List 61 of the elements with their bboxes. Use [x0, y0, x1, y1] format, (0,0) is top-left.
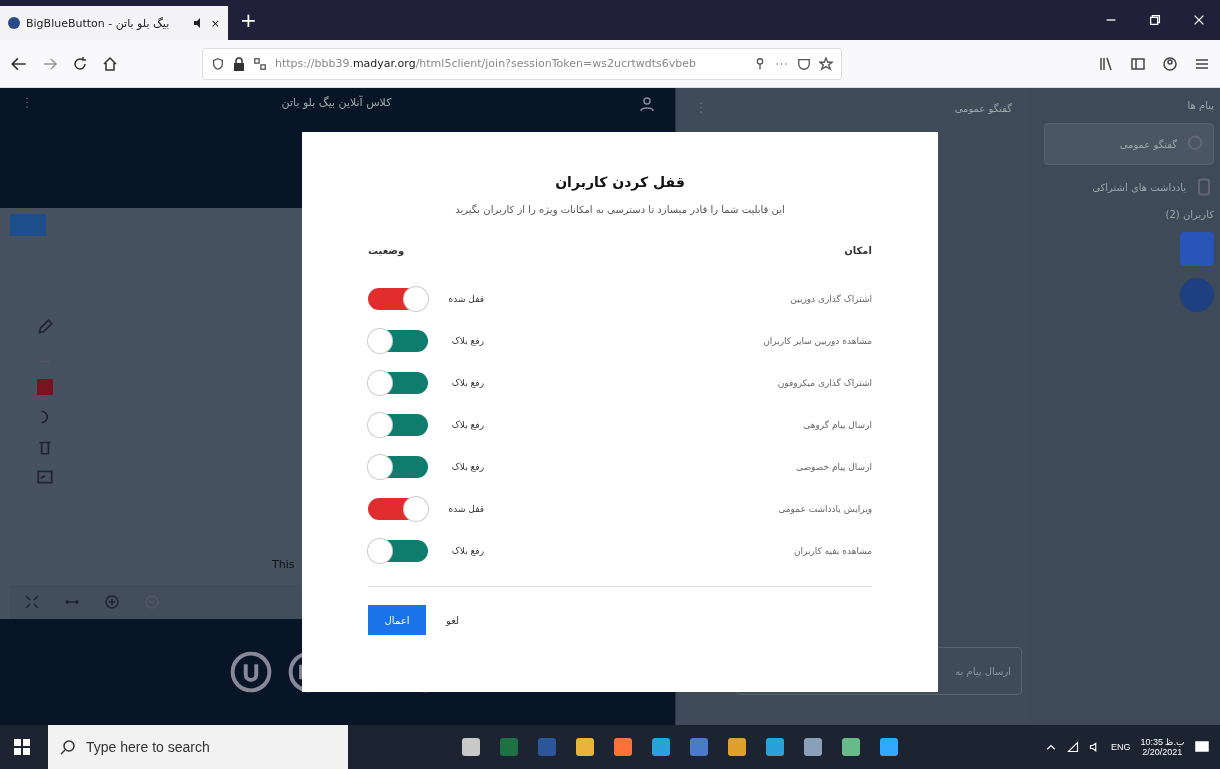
- account-icon[interactable]: [1162, 55, 1178, 72]
- reload-icon[interactable]: [72, 55, 88, 72]
- status-label: رفع بلاک: [450, 378, 484, 388]
- permissions-icon[interactable]: [253, 56, 267, 71]
- chat-title: گفتگو عمومی: [954, 102, 1012, 114]
- lock-toggle[interactable]: [368, 330, 428, 352]
- new-tab-button[interactable]: +: [228, 8, 269, 32]
- meeting-title: کلاس آنلاین بیگ بلو باتن: [281, 96, 392, 111]
- dialog-title: قفل کردن کاربران: [554, 174, 686, 190]
- slide-text: This: [272, 558, 295, 571]
- sidebar-icon[interactable]: [1130, 55, 1146, 72]
- column-heading: امکان: [844, 245, 872, 256]
- lock-toggle[interactable]: [368, 540, 428, 562]
- shield-icon[interactable]: [211, 56, 225, 71]
- feature-label: اشتراک گذاری میکروفون: [777, 378, 872, 388]
- apply-button[interactable]: اعمال: [368, 605, 426, 635]
- forward-arrow-icon[interactable]: [42, 55, 58, 72]
- network-icon[interactable]: [1066, 741, 1079, 753]
- close-icon[interactable]: [1192, 13, 1206, 27]
- status-label: رفع بلاک: [450, 420, 484, 430]
- pocket-icon[interactable]: [797, 56, 811, 71]
- padlock-icon: [233, 56, 245, 71]
- language-indicator[interactable]: ENG: [1110, 742, 1131, 752]
- microphone-icon[interactable]: [229, 651, 272, 693]
- user-icon[interactable]: [639, 96, 655, 112]
- color-swatch-icon[interactable]: [36, 378, 54, 396]
- restore-icon[interactable]: [1148, 13, 1162, 27]
- status-label: قفل شده: [447, 504, 484, 514]
- search-icon[interactable]: [60, 739, 76, 755]
- browser-tab[interactable]: BigBlueButton - بیگ بلو باتن ×: [0, 6, 228, 40]
- star-icon[interactable]: [819, 56, 833, 71]
- lock-toggle[interactable]: [368, 456, 428, 478]
- url-text: https://bbb39.madyar.org/html5client/join?sessionToken=ws2ucrtwdts6vbeb: [275, 57, 698, 70]
- status-label: رفع بلاک: [450, 546, 484, 556]
- status-label: قفل شده: [447, 294, 484, 304]
- cancel-button[interactable]: لغو: [442, 610, 464, 630]
- status-label: رفع بلاک: [450, 336, 484, 346]
- status-label: رفع بلاک: [450, 462, 484, 472]
- feature-label: مشاهده بقیه کاربران: [793, 546, 872, 556]
- address-bar[interactable]: https://bbb39.madyar.org/html5client/join?sessionToken=ws2ucrtwdts6vbeb: [202, 47, 842, 80]
- dialog-description: این قابلیت شما را قادر میسازد تا دسترسی به امکانات ویژه را از کاربران بگیرید: [454, 204, 786, 215]
- lock-toggle[interactable]: [368, 288, 428, 310]
- users-heading: کاربران (2): [1165, 209, 1214, 220]
- shared-notes-item[interactable]: یادداشت های اشتراکی: [1044, 177, 1214, 197]
- feature-label: مشاهده دوربین سایر کاربران: [763, 336, 872, 346]
- feature-label: ارسال پیام خصوصی: [795, 462, 872, 472]
- lock-toggle[interactable]: [368, 414, 428, 436]
- windows-start-icon[interactable]: [14, 739, 30, 755]
- tab-close-button[interactable]: ×: [210, 16, 220, 30]
- site-logo-icon: [8, 17, 20, 29]
- feature-label: ویرایش یادداشت عمومی: [778, 504, 872, 514]
- taskbar-search-field[interactable]: Type here to search: [48, 725, 348, 769]
- feature-label: اشتراک گذاری دوربین: [790, 294, 872, 304]
- lock-toggle[interactable]: [368, 372, 428, 394]
- library-icon[interactable]: [1098, 55, 1114, 72]
- column-heading: وضعیت: [368, 245, 405, 256]
- tab-title: BigBlueButton - بیگ بلو باتن: [26, 16, 171, 30]
- messages-heading: پیام ها: [1186, 100, 1214, 111]
- lock-toggle[interactable]: [368, 498, 428, 520]
- feature-label: ارسال پیام گروهی: [803, 420, 872, 430]
- home-icon[interactable]: [102, 55, 118, 72]
